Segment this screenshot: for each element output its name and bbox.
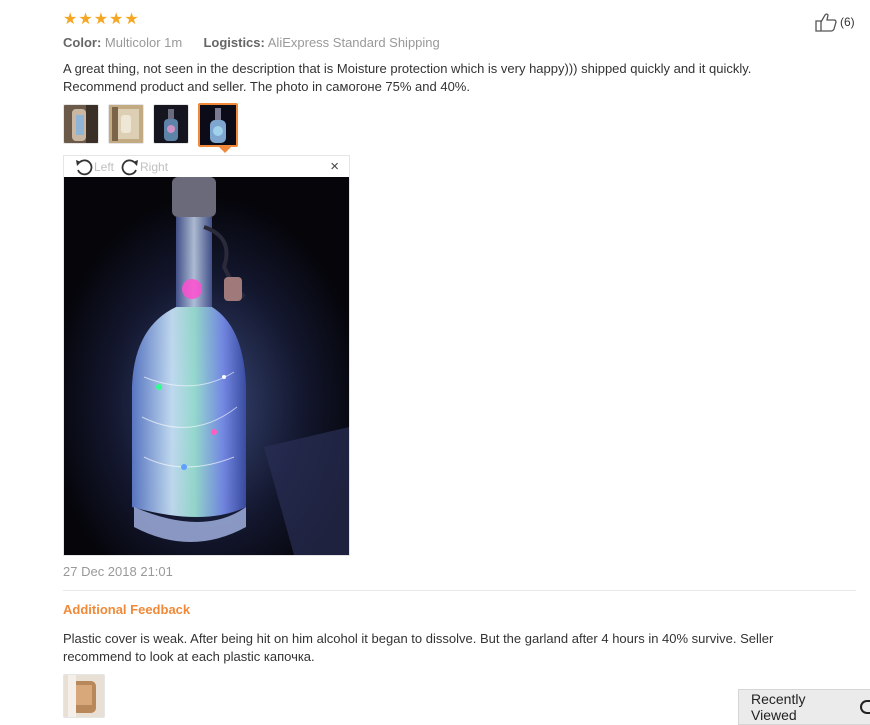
rotate-left-icon xyxy=(76,158,93,175)
recently-viewed-label: Recently Viewed xyxy=(751,691,806,723)
photo-thumbnail-active[interactable] xyxy=(198,103,238,147)
star-icon: ★ xyxy=(63,11,78,28)
recently-viewed-button[interactable]: Recently Viewed xyxy=(738,689,870,725)
close-icon[interactable]: × xyxy=(330,158,339,175)
rotate-left-button[interactable]: Left xyxy=(74,158,114,176)
logistics-value: AliExpress Standard Shipping xyxy=(267,35,440,50)
star-icon: ★ xyxy=(78,11,93,28)
star-icon: ★ xyxy=(109,11,124,28)
like-button[interactable]: (6) xyxy=(814,12,855,32)
additional-feedback-line: Plastic cover is weak. After being hit o… xyxy=(63,631,774,646)
star-icon: ★ xyxy=(93,11,109,28)
additional-feedback-title: Additional Feedback xyxy=(63,602,191,617)
active-thumbnail-indicator xyxy=(219,147,231,153)
additional-feedback-text: Plastic cover is weak. After being hit o… xyxy=(63,630,823,666)
thumbs-up-icon xyxy=(815,13,837,32)
like-count: (6) xyxy=(840,15,855,29)
divider xyxy=(63,590,856,591)
review-date: 27 Dec 2018 21:01 xyxy=(63,564,173,579)
review-text-line: A great thing, not seen in the descripti… xyxy=(63,61,752,76)
review-photo-thumbnails xyxy=(63,103,238,147)
photo-thumbnail[interactable] xyxy=(63,674,105,718)
rotate-right-icon xyxy=(121,158,139,175)
logistics-label: Logistics: xyxy=(203,35,265,50)
rotate-left-label: Left xyxy=(94,159,115,174)
rating-stars: ★ ★ ★ ★ ★ xyxy=(63,12,139,28)
photo-thumbnail[interactable] xyxy=(63,104,99,144)
review-text: A great thing, not seen in the descripti… xyxy=(63,60,823,96)
additional-feedback-line: recommend to look at each plastic капочк… xyxy=(63,649,315,664)
review-meta: Color: Multicolor 1m Logistics: AliExpre… xyxy=(63,35,440,50)
rotate-right-label: Right xyxy=(140,159,169,174)
review-photo xyxy=(64,177,349,555)
color-label: Color: xyxy=(63,35,102,50)
photo-thumbnail[interactable] xyxy=(153,104,189,144)
color-value: Multicolor 1m xyxy=(104,35,183,50)
viewer-toolbar: Left Right × xyxy=(64,156,349,177)
rotate-right-button[interactable]: Right xyxy=(120,158,168,176)
photo-viewer: Left Right × xyxy=(63,155,350,556)
chevron-icon xyxy=(860,700,870,714)
photo-thumbnail[interactable] xyxy=(108,104,144,144)
star-icon: ★ xyxy=(124,11,139,28)
review-text-line: Recommend product and seller. The photo … xyxy=(63,79,470,94)
